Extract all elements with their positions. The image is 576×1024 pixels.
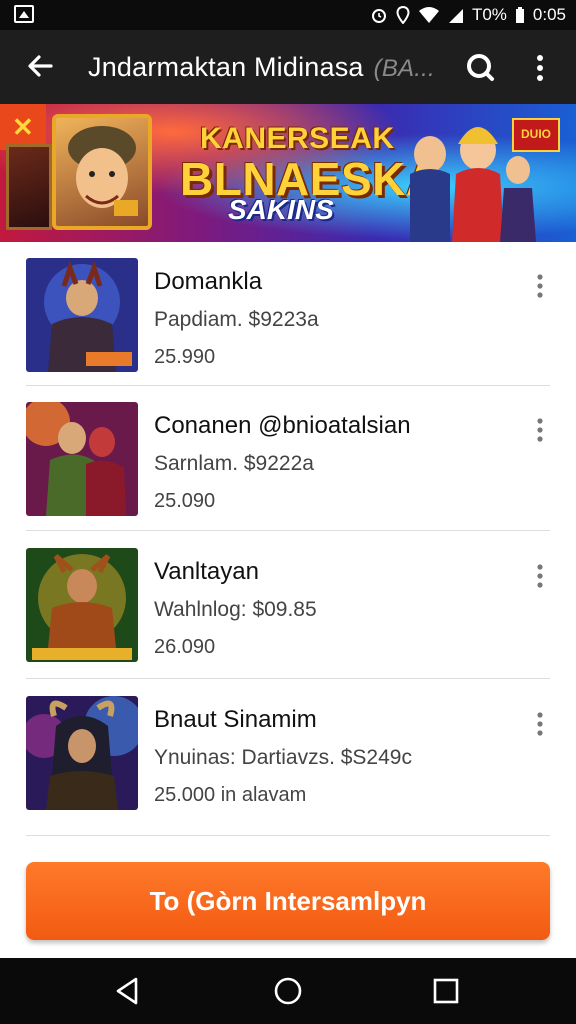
app-bar: Jndarmaktan Midinasa (BA... <box>0 30 576 104</box>
page-title: Jndarmaktan Midinasa (BA... <box>88 52 435 83</box>
list-divider <box>26 835 550 836</box>
item-title: Vanltayan <box>154 558 259 585</box>
item-subtitle: Ynuinas: Dartiavzs. $S249c <box>154 746 412 769</box>
item-title: Domankla <box>154 268 263 295</box>
status-bar: T0% 0:05 <box>0 0 576 30</box>
more-vertical-icon <box>537 418 543 442</box>
search-icon <box>467 54 494 81</box>
promo-banner[interactable]: ✕ KANERSEAK BLNAESKA SAKINS DUIO <box>0 104 576 242</box>
nav-home-icon <box>274 977 302 1005</box>
item-thumbnail-art <box>26 402 138 516</box>
nav-recents-button[interactable] <box>430 975 462 1007</box>
banner-headline-1: KANERSEAK <box>200 122 395 155</box>
nav-recents-icon <box>433 978 459 1004</box>
item-thumbnail-art <box>26 696 138 810</box>
more-vertical-icon <box>537 55 543 81</box>
list-item[interactable]: Bnaut Sinamim Ynuinas: Dartiavzs. $S249c… <box>26 680 550 826</box>
gallery-notification-icon <box>14 5 34 23</box>
signal-icon <box>448 9 463 23</box>
banner-headline-3: SAKINS <box>228 194 334 225</box>
clock: 0:05 <box>532 5 566 24</box>
banner-badge: DUIO <box>512 118 560 152</box>
wifi-icon <box>418 7 439 23</box>
nav-home-button[interactable] <box>272 975 304 1007</box>
page-title-extra: (BA... <box>373 55 435 82</box>
close-banner-icon[interactable]: ✕ <box>12 112 34 143</box>
item-subtitle: Papdiam. $9223a <box>154 308 319 331</box>
nav-back-icon <box>116 977 138 1005</box>
item-more-button[interactable] <box>528 562 552 590</box>
more-vertical-icon <box>537 274 543 298</box>
list-item[interactable]: Conanen @bnioatalsian Sarnlam. $9222a 25… <box>26 386 550 532</box>
more-vertical-icon <box>537 564 543 588</box>
item-title: Bnaut Sinamim <box>154 706 317 733</box>
back-button[interactable] <box>22 48 58 84</box>
nav-back-button[interactable] <box>112 975 144 1007</box>
banner-side-card <box>6 144 52 230</box>
page-title-text: Jndarmaktan Midinasa <box>88 52 364 82</box>
status-icons: T0% 0:05 <box>370 4 566 26</box>
item-title: Conanen @bnioatalsian <box>154 412 411 439</box>
more-vertical-icon <box>537 712 543 736</box>
list-item[interactable]: Vanltayan Wahlnlog: $09.85 26.090 <box>26 532 550 678</box>
item-thumbnail <box>26 696 138 810</box>
item-meta: 25.990 <box>154 346 216 368</box>
search-button[interactable] <box>462 50 498 86</box>
location-icon <box>396 6 410 24</box>
item-thumbnail <box>26 402 138 516</box>
item-meta: 25.090 <box>154 490 216 512</box>
alarm-icon <box>371 9 386 23</box>
primary-cta-button[interactable]: To (Gòrn Intersamlpyn <box>26 862 550 940</box>
list-item[interactable]: Domankla Papdiam. $9223a 25.990 <box>26 242 550 388</box>
item-meta: 25.000 in alavam <box>154 784 307 806</box>
item-more-button[interactable] <box>528 710 552 738</box>
battery-text: T0% <box>471 5 507 24</box>
item-more-button[interactable] <box>528 416 552 444</box>
item-more-button[interactable] <box>528 272 552 300</box>
overflow-menu-button[interactable] <box>524 50 556 86</box>
system-nav-bar <box>0 958 576 1024</box>
list-divider <box>26 530 550 531</box>
list-divider <box>26 678 550 679</box>
banner-hero-portrait <box>52 114 152 230</box>
item-thumbnail <box>26 258 138 372</box>
battery-icon <box>515 7 524 23</box>
item-subtitle: Wahlnlog: $09.85 <box>154 598 317 621</box>
item-thumbnail-art <box>26 548 138 662</box>
arrow-back-icon <box>28 55 53 77</box>
item-thumbnail-art <box>26 258 138 372</box>
hero-face-illustration <box>68 126 138 216</box>
item-thumbnail <box>26 548 138 662</box>
item-subtitle: Sarnlam. $9222a <box>154 452 314 475</box>
item-meta: 26.090 <box>154 636 216 658</box>
